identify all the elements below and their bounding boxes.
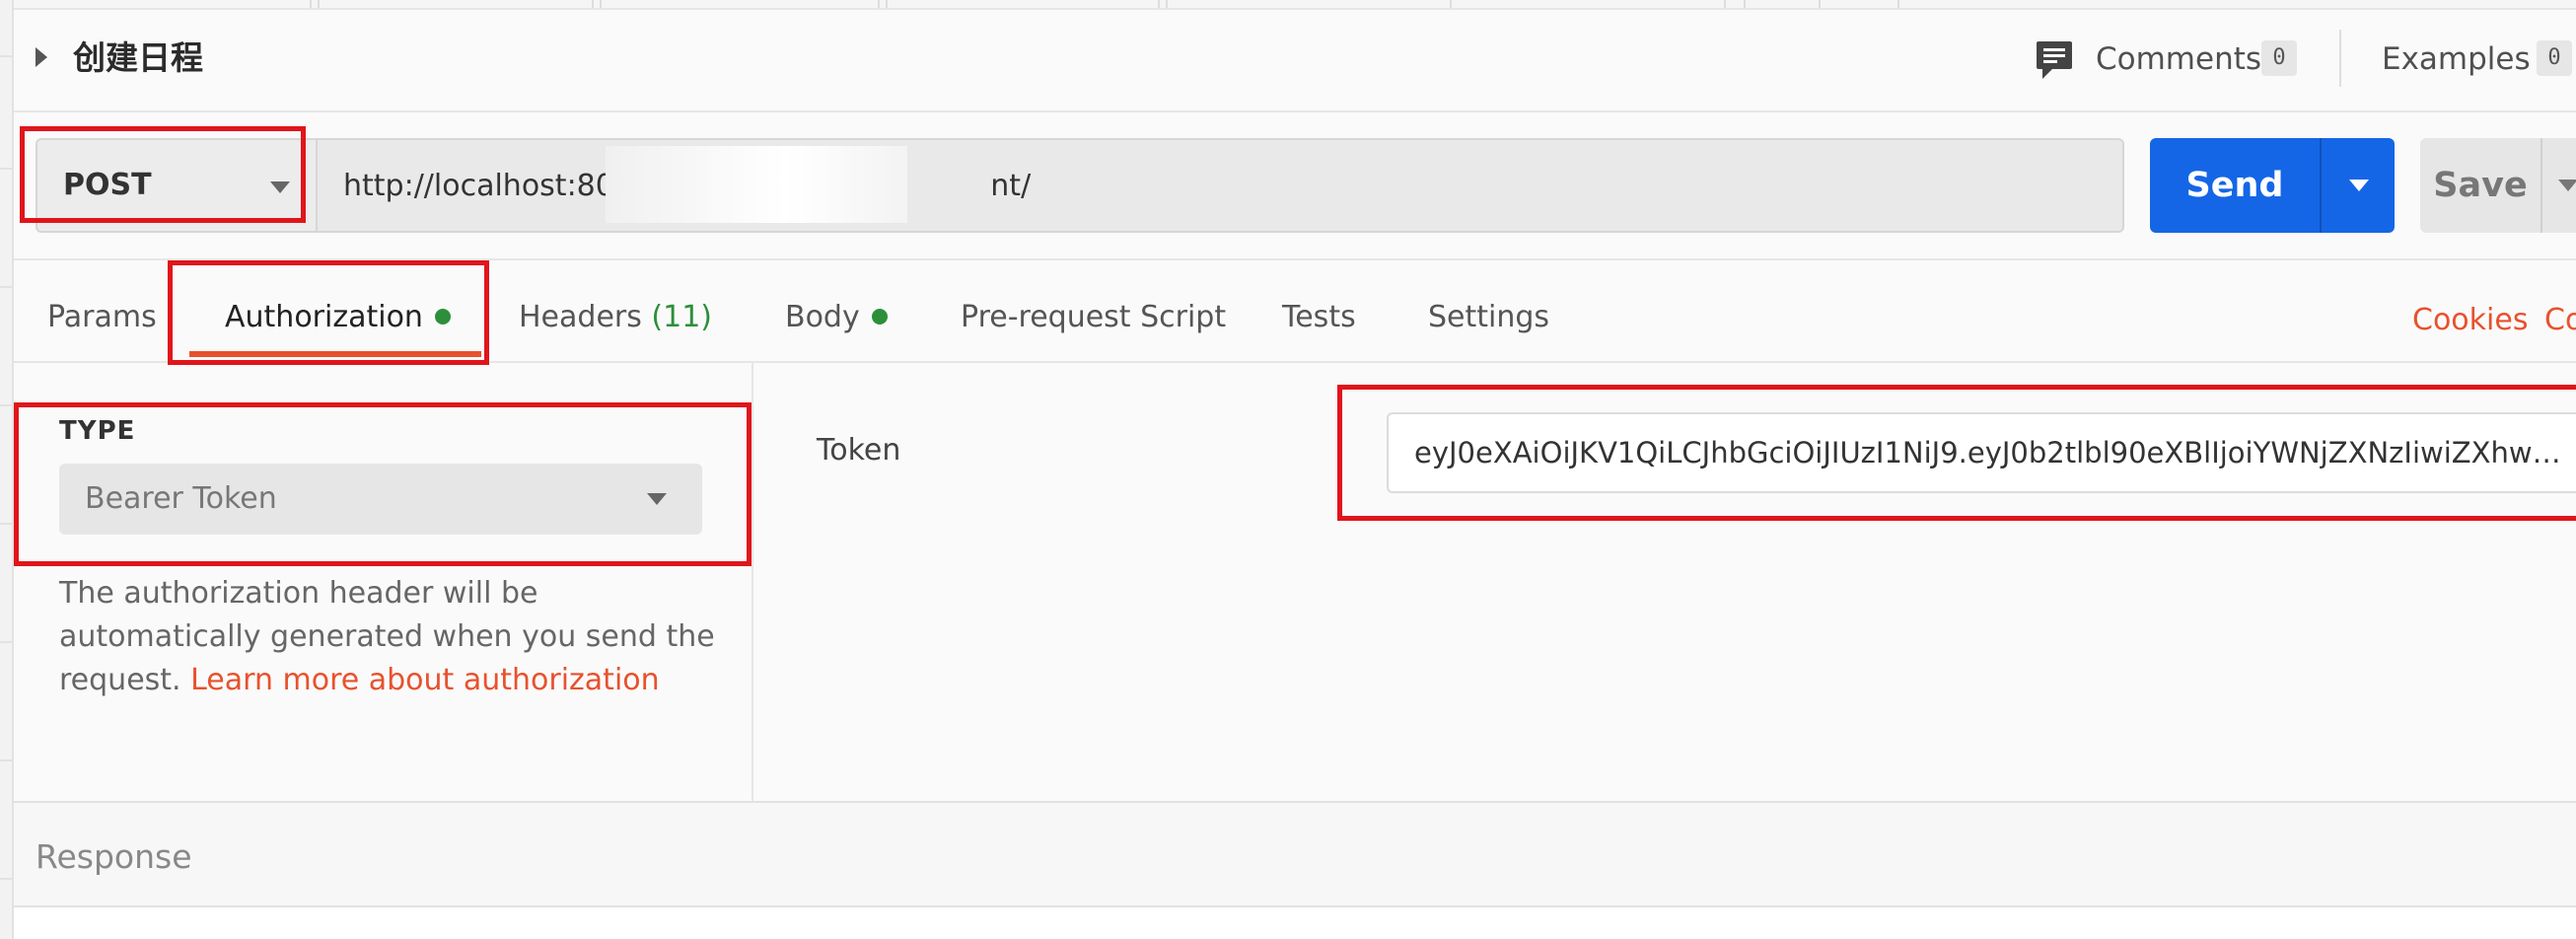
learn-more-link[interactable]: Learn more about authorization	[190, 663, 660, 697]
token-label: Token	[817, 433, 901, 468]
request-tab-strip[interactable]	[14, 0, 2576, 10]
examples-count-badge: 0	[2537, 40, 2572, 76]
url-input[interactable]	[318, 138, 2124, 233]
status-dot-icon	[434, 308, 451, 325]
send-label: Send	[2185, 166, 2284, 205]
url-redaction	[606, 146, 907, 223]
status-dot-icon	[871, 308, 888, 325]
active-tab-indicator	[189, 351, 481, 357]
method-select[interactable]: POST	[36, 138, 318, 233]
chevron-down-icon	[270, 181, 290, 193]
token-input[interactable]	[1387, 412, 2576, 493]
tab-label: Settings	[1428, 300, 1550, 334]
save-button[interactable]: Save	[2420, 138, 2576, 233]
comments-count-badge: 0	[2261, 40, 2297, 76]
method-value: POST	[63, 168, 152, 202]
left-gutter	[0, 0, 14, 939]
headers-count: (11)	[651, 300, 713, 334]
code-link[interactable]: Co	[2544, 300, 2576, 341]
tab-label: Headers	[519, 300, 642, 334]
send-dropdown-button[interactable]	[2322, 138, 2395, 233]
tab-settings[interactable]: Settings	[1428, 296, 1549, 339]
auth-help-text: The authorization header will be automat…	[59, 572, 730, 702]
examples-label[interactable]: Examples	[2382, 37, 2531, 81]
tab-label: Body	[785, 300, 860, 334]
send-button[interactable]: Send	[2150, 138, 2395, 233]
caret-right-icon[interactable]	[36, 47, 47, 67]
tab-label: Authorization	[225, 300, 423, 334]
response-bar[interactable]	[14, 801, 2576, 907]
tab-params[interactable]: Params	[47, 296, 157, 339]
chevron-down-icon[interactable]	[2558, 180, 2576, 191]
tab-pre-request-script[interactable]: Pre-request Script	[961, 296, 1226, 339]
chevron-down-icon	[647, 493, 667, 505]
comment-icon[interactable]	[2035, 39, 2074, 85]
comments-label[interactable]: Comments	[2096, 37, 2261, 81]
cookies-link[interactable]: Cookies	[2412, 300, 2528, 341]
tab-authorization[interactable]: Authorization	[225, 296, 451, 339]
auth-type-label: TYPE	[59, 416, 136, 446]
tab-label: Tests	[1282, 300, 1356, 334]
response-label: Response	[36, 837, 192, 876]
tab-tests[interactable]: Tests	[1282, 296, 1356, 339]
divider	[2339, 30, 2341, 87]
save-label: Save	[2433, 166, 2528, 205]
chevron-down-icon	[2349, 180, 2369, 191]
tab-label: Pre-request Script	[961, 300, 1227, 334]
auth-type-value: Bearer Token	[85, 481, 277, 516]
tab-body[interactable]: Body	[785, 296, 888, 339]
auth-type-select[interactable]: Bearer Token	[59, 464, 702, 535]
tab-label: Params	[47, 300, 157, 334]
request-name[interactable]: 创建日程	[73, 36, 203, 81]
divider	[2540, 138, 2542, 233]
tab-headers[interactable]: Headers (11)	[519, 296, 712, 339]
